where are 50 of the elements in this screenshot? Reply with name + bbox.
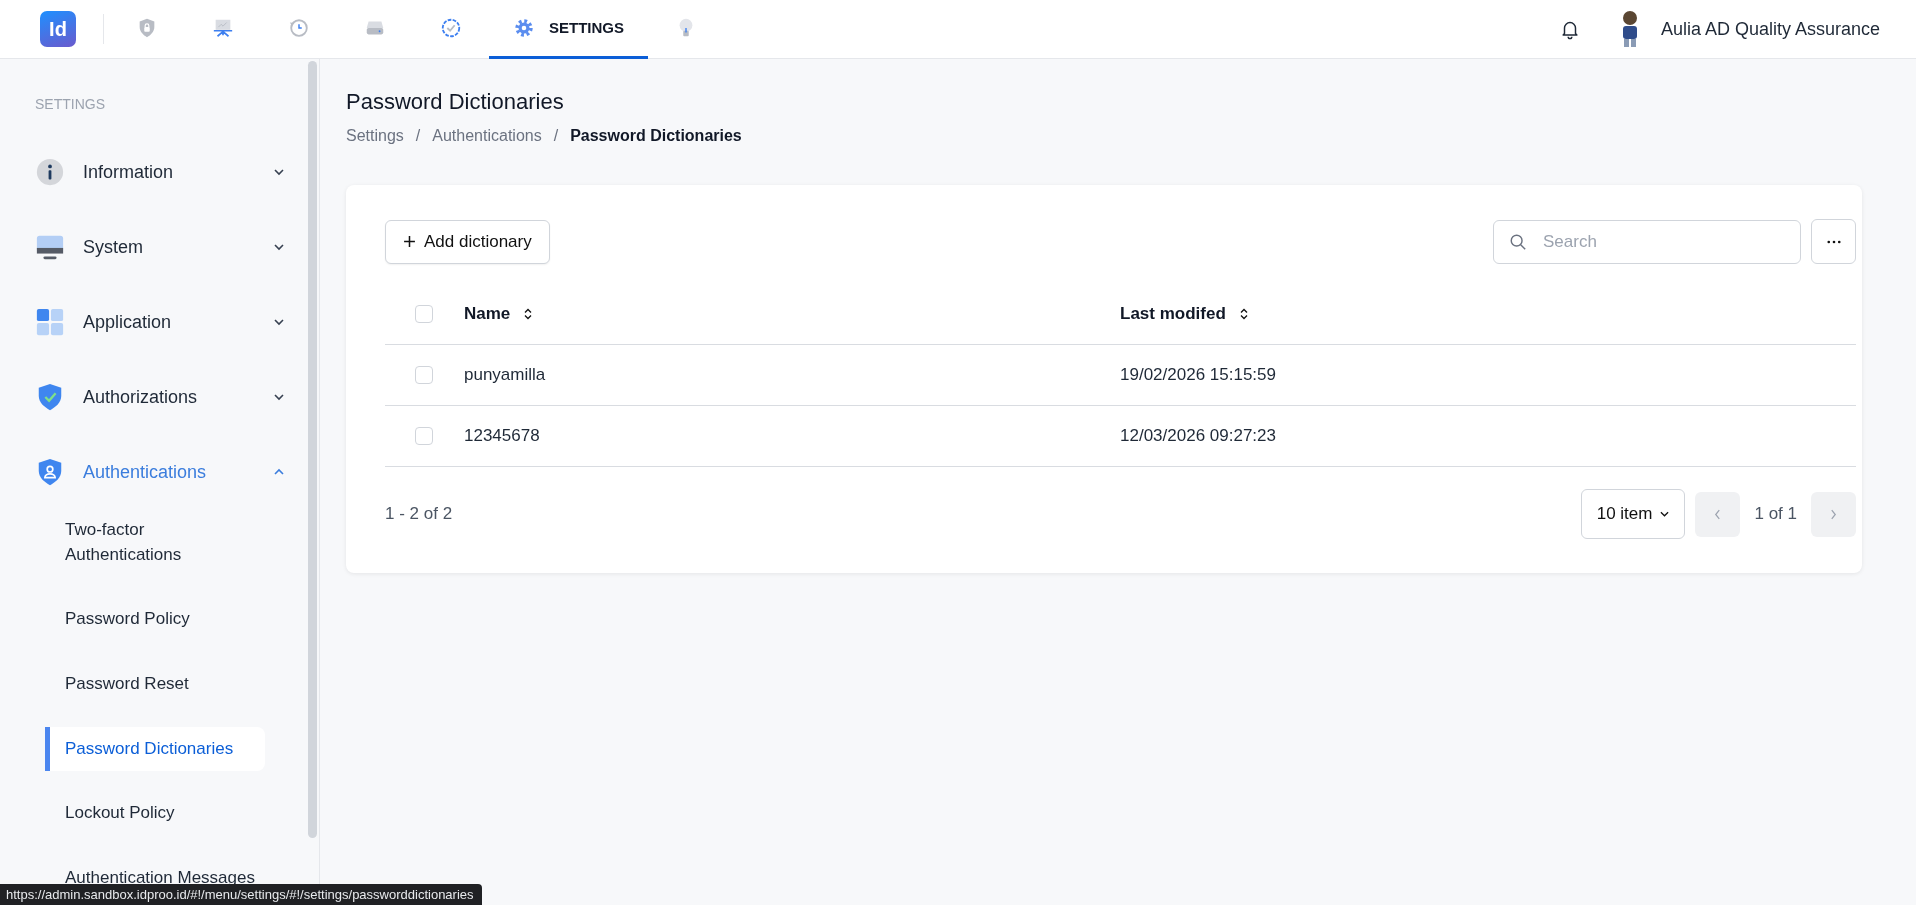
sidebar-item[interactable]: Authentications	[35, 450, 293, 494]
sidebar-subitem[interactable]: Password Policy	[45, 597, 265, 642]
table-cell: 12/03/2026 09:27:23	[1120, 426, 1276, 446]
chevron-down-icon[interactable]	[273, 316, 285, 328]
column-header[interactable]: Last modifed	[1120, 304, 1226, 324]
caret-icon[interactable]	[1660, 511, 1670, 517]
chevron-down-icon[interactable]	[273, 166, 285, 178]
row-checkbox[interactable]	[415, 427, 433, 445]
sidebar-item[interactable]: System	[35, 225, 293, 269]
search-icon	[1509, 232, 1527, 251]
nav-tab[interactable]: SETTINGS	[489, 0, 648, 59]
info-icon	[35, 157, 65, 187]
sidebar-subitem[interactable]: Password Dictionaries	[45, 726, 265, 772]
table-cell: punyamilla	[464, 365, 546, 385]
plus-icon[interactable]	[403, 235, 416, 248]
badge-check-icon[interactable]	[440, 16, 462, 39]
select-all-checkbox[interactable]	[415, 305, 433, 323]
gear-icon[interactable]	[513, 16, 535, 39]
row-checkbox[interactable]	[415, 366, 433, 384]
history-icon[interactable]	[288, 16, 310, 39]
page-indicator: 1 of 1	[1753, 504, 1798, 524]
sidebar-subitem[interactable]: Lockout Policy	[45, 791, 265, 836]
sidebar-subitem[interactable]: Two-factor Authentications	[45, 508, 265, 578]
sidebar-item[interactable]: Information	[35, 150, 293, 194]
breadcrumb-separator: /	[553, 127, 559, 145]
page-size-dropdown[interactable]: 10 item	[1580, 489, 1686, 539]
column-header[interactable]: Name	[464, 304, 511, 324]
table-cell: 19/02/2026 15:15:59	[1120, 365, 1276, 385]
result-range: 1 - 2 of 2	[385, 504, 453, 524]
app-logo[interactable]: Id	[40, 11, 76, 47]
scrollbar[interactable]	[308, 61, 317, 838]
link-url-tooltip: https://admin.sandbox.idproo.id/#!/menu/settings/#!/settings/passworddictionaries	[0, 884, 482, 905]
sidebar-heading: SETTINGS	[35, 96, 106, 112]
table-cell: 12345678	[464, 426, 540, 446]
sort-icon[interactable]	[524, 308, 533, 320]
breadcrumb-link[interactable]: Authentications	[432, 127, 542, 145]
sort-icon[interactable]	[1239, 308, 1248, 320]
chevron-down-icon[interactable]	[273, 391, 285, 403]
page-title: Password Dictionaries	[346, 89, 565, 115]
sidebar-item[interactable]: Application	[35, 300, 293, 344]
user-name[interactable]: Aulia AD Quality Assurance	[1660, 18, 1880, 40]
sidebar-item[interactable]: Authorizations	[35, 375, 293, 419]
add-dictionary-button[interactable]: Add dictionary	[385, 219, 550, 264]
grid-icon	[35, 307, 65, 337]
more-icon[interactable]	[1826, 239, 1841, 244]
breadcrumb-separator: /	[415, 127, 421, 145]
sidebar-subitem[interactable]: Password Reset	[45, 661, 265, 707]
breadcrumb-link[interactable]: Settings	[346, 127, 404, 145]
chevron-down-icon[interactable]	[273, 241, 285, 253]
search-field[interactable]: Search	[1493, 219, 1801, 264]
